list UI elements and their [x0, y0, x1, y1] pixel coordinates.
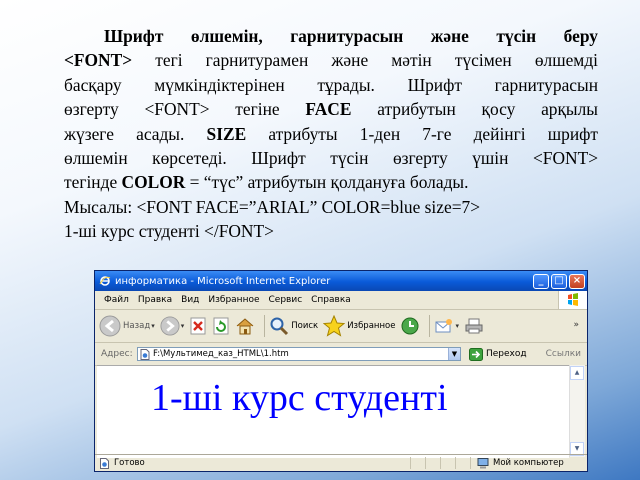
- slide-line-4: өзгерту <FONT> тегіне FACE атрибутын қос…: [64, 97, 598, 121]
- window-title: информатика - Microsoft Internet Explore…: [115, 275, 331, 287]
- back-label: Назад: [123, 321, 151, 331]
- address-value: F:\Мультимед_каз_HTML\1.htm: [153, 349, 289, 359]
- back-button[interactable]: Назад ▾: [99, 315, 155, 337]
- go-label: Переход: [486, 349, 527, 359]
- slide-line-9: 1-ші курс студенті </FONT>: [64, 219, 598, 243]
- address-input[interactable]: F:\Мультимед_каз_HTML\1.htm ▼: [137, 347, 461, 361]
- refresh-button[interactable]: [212, 316, 230, 336]
- slide-heading-line: Шрифт өлшемін, гарнитурасын және түсін б…: [64, 24, 598, 48]
- example-code-line: Мысалы: <FONT FACE=”ARIAL” COLOR=blue si…: [64, 196, 481, 217]
- status-cell: [440, 457, 455, 469]
- title-bar[interactable]: информатика - Microsoft Internet Explore…: [95, 271, 587, 291]
- toolbar-separator-2: [429, 315, 431, 337]
- print-button[interactable]: [464, 316, 484, 336]
- status-zone: Мой компьютер: [470, 457, 587, 469]
- menu-bar: Файл Правка Вид Избранное Сервис Справка: [95, 291, 587, 310]
- slide-line-2: <FONT> тегі гарнитурамен және мәтін түсі…: [64, 48, 598, 72]
- ie-window: информатика - Microsoft Internet Explore…: [94, 270, 588, 472]
- slide-line-4-b: атрибутын қосу арқылы: [351, 99, 598, 120]
- search-label: Поиск: [291, 321, 319, 331]
- slide-line-6-text: өлшемін көрсетеді. Шрифт түсін өзгерту ү…: [64, 148, 598, 169]
- menu-favorites[interactable]: Избранное: [208, 295, 259, 305]
- menu-view[interactable]: Вид: [181, 295, 199, 305]
- toolbar-separator: [264, 315, 266, 337]
- slide-line-5-a: жүзеге асады.: [64, 123, 207, 144]
- slide-line-7: тегінде COLOR = “түс” атрибутын қолдануғ…: [64, 170, 598, 194]
- back-dropdown-icon[interactable]: ▾: [151, 322, 155, 330]
- status-zone-text: Мой компьютер: [493, 458, 564, 468]
- home-icon: [236, 318, 254, 335]
- stop-icon: [190, 317, 206, 335]
- slide-line-8: Мысалы: <FONT FACE=”ARIAL” COLOR=blue si…: [64, 195, 598, 219]
- slide-heading: Шрифт өлшемін, гарнитурасын және түсін б…: [104, 26, 598, 46]
- mail-icon: [435, 319, 453, 333]
- go-arrow-icon: [469, 347, 483, 361]
- page-text: 1-ші курс студенті: [151, 377, 448, 419]
- slide-line-5: жүзеге асады. SIZE атрибуты 1-ден 7-ге д…: [64, 122, 598, 146]
- face-attr-bold: FACE: [305, 99, 352, 120]
- status-cell: [410, 457, 425, 469]
- example-code-line-2: 1-ші курс студенті </FONT>: [64, 221, 274, 242]
- status-cell: [455, 457, 470, 469]
- status-cell: [425, 457, 440, 469]
- search-icon: [270, 317, 289, 336]
- status-bar: Готово Мой компьютер: [95, 454, 587, 471]
- page-icon: [140, 348, 150, 360]
- favorites-star-icon: [323, 315, 346, 337]
- favorites-button[interactable]: Избранное: [323, 315, 395, 337]
- address-dropdown-icon[interactable]: ▼: [448, 348, 460, 360]
- history-button[interactable]: [400, 316, 420, 336]
- go-button[interactable]: Переход: [469, 347, 527, 361]
- mail-dropdown-icon[interactable]: ▾: [455, 322, 459, 330]
- slide-line-3: басқару мүмкіндіктерінен тұрады. Шрифт г…: [64, 73, 598, 97]
- forward-button[interactable]: ▾: [160, 316, 185, 336]
- stop-button[interactable]: [189, 316, 207, 336]
- font-tag-bold: <FONT>: [64, 50, 133, 71]
- address-bar: Адрес: F:\Мультимед_каз_HTML\1.htm ▼ Пер…: [95, 343, 587, 366]
- my-computer-icon: [477, 457, 489, 468]
- close-button[interactable]: ×: [569, 273, 585, 289]
- home-button[interactable]: [235, 316, 255, 336]
- vertical-scrollbar[interactable]: ▲ ▼: [569, 365, 585, 457]
- toolbar-overflow-chevron[interactable]: »: [573, 320, 579, 330]
- windows-logo-icon: [558, 291, 587, 309]
- print-icon: [465, 318, 483, 334]
- page-icon: [100, 457, 109, 469]
- size-attr-bold: SIZE: [206, 123, 247, 144]
- menu-file[interactable]: Файл: [104, 295, 129, 305]
- status-left: Готово: [95, 457, 410, 469]
- toolbar: Назад ▾ ▾ Поиск Избранное ▾ »: [95, 310, 587, 343]
- back-arrow-icon: [99, 315, 121, 337]
- mail-button[interactable]: ▾: [434, 316, 459, 336]
- slide-line-6: өлшемін көрсетеді. Шрифт түсін өзгерту ү…: [64, 146, 598, 170]
- menu-help[interactable]: Справка: [311, 295, 351, 305]
- slide-line-3-text: басқару мүмкіндіктерінен тұрады. Шрифт г…: [64, 74, 598, 95]
- menu-edit[interactable]: Правка: [138, 295, 172, 305]
- slide-line-7-b: = “түс” атрибутын қолдануға болады.: [185, 172, 469, 193]
- minimize-button[interactable]: _: [533, 273, 549, 289]
- history-icon: [401, 317, 419, 335]
- menu-tools[interactable]: Сервис: [269, 295, 303, 305]
- page-content: 1-ші курс студенті: [97, 365, 569, 458]
- links-button[interactable]: Ссылки: [546, 349, 581, 359]
- scroll-up-icon[interactable]: ▲: [570, 366, 584, 380]
- ie-icon: [99, 276, 111, 286]
- slide-line-4-a: өзгерту <FONT> тегіне: [64, 99, 306, 120]
- slide-line-7-a: тегінде: [64, 172, 122, 193]
- slide-text-block: Шрифт өлшемін, гарнитурасын және түсін б…: [64, 24, 598, 244]
- status-text: Готово: [114, 458, 145, 468]
- favorites-label: Избранное: [347, 321, 396, 331]
- search-button[interactable]: Поиск: [269, 316, 318, 336]
- color-attr-bold: COLOR: [121, 172, 186, 193]
- forward-arrow-icon: [160, 316, 180, 336]
- address-label: Адрес:: [101, 349, 133, 359]
- slide-line-2-text: тегі гарнитурамен және мәтін түсімен өлш…: [132, 50, 598, 71]
- refresh-icon: [213, 317, 229, 335]
- forward-dropdown-icon[interactable]: ▾: [181, 322, 185, 330]
- slide-line-5-b: атрибуты 1-ден 7-ге дейінгі шрифт: [246, 123, 598, 144]
- maximize-button[interactable]: □: [551, 273, 567, 289]
